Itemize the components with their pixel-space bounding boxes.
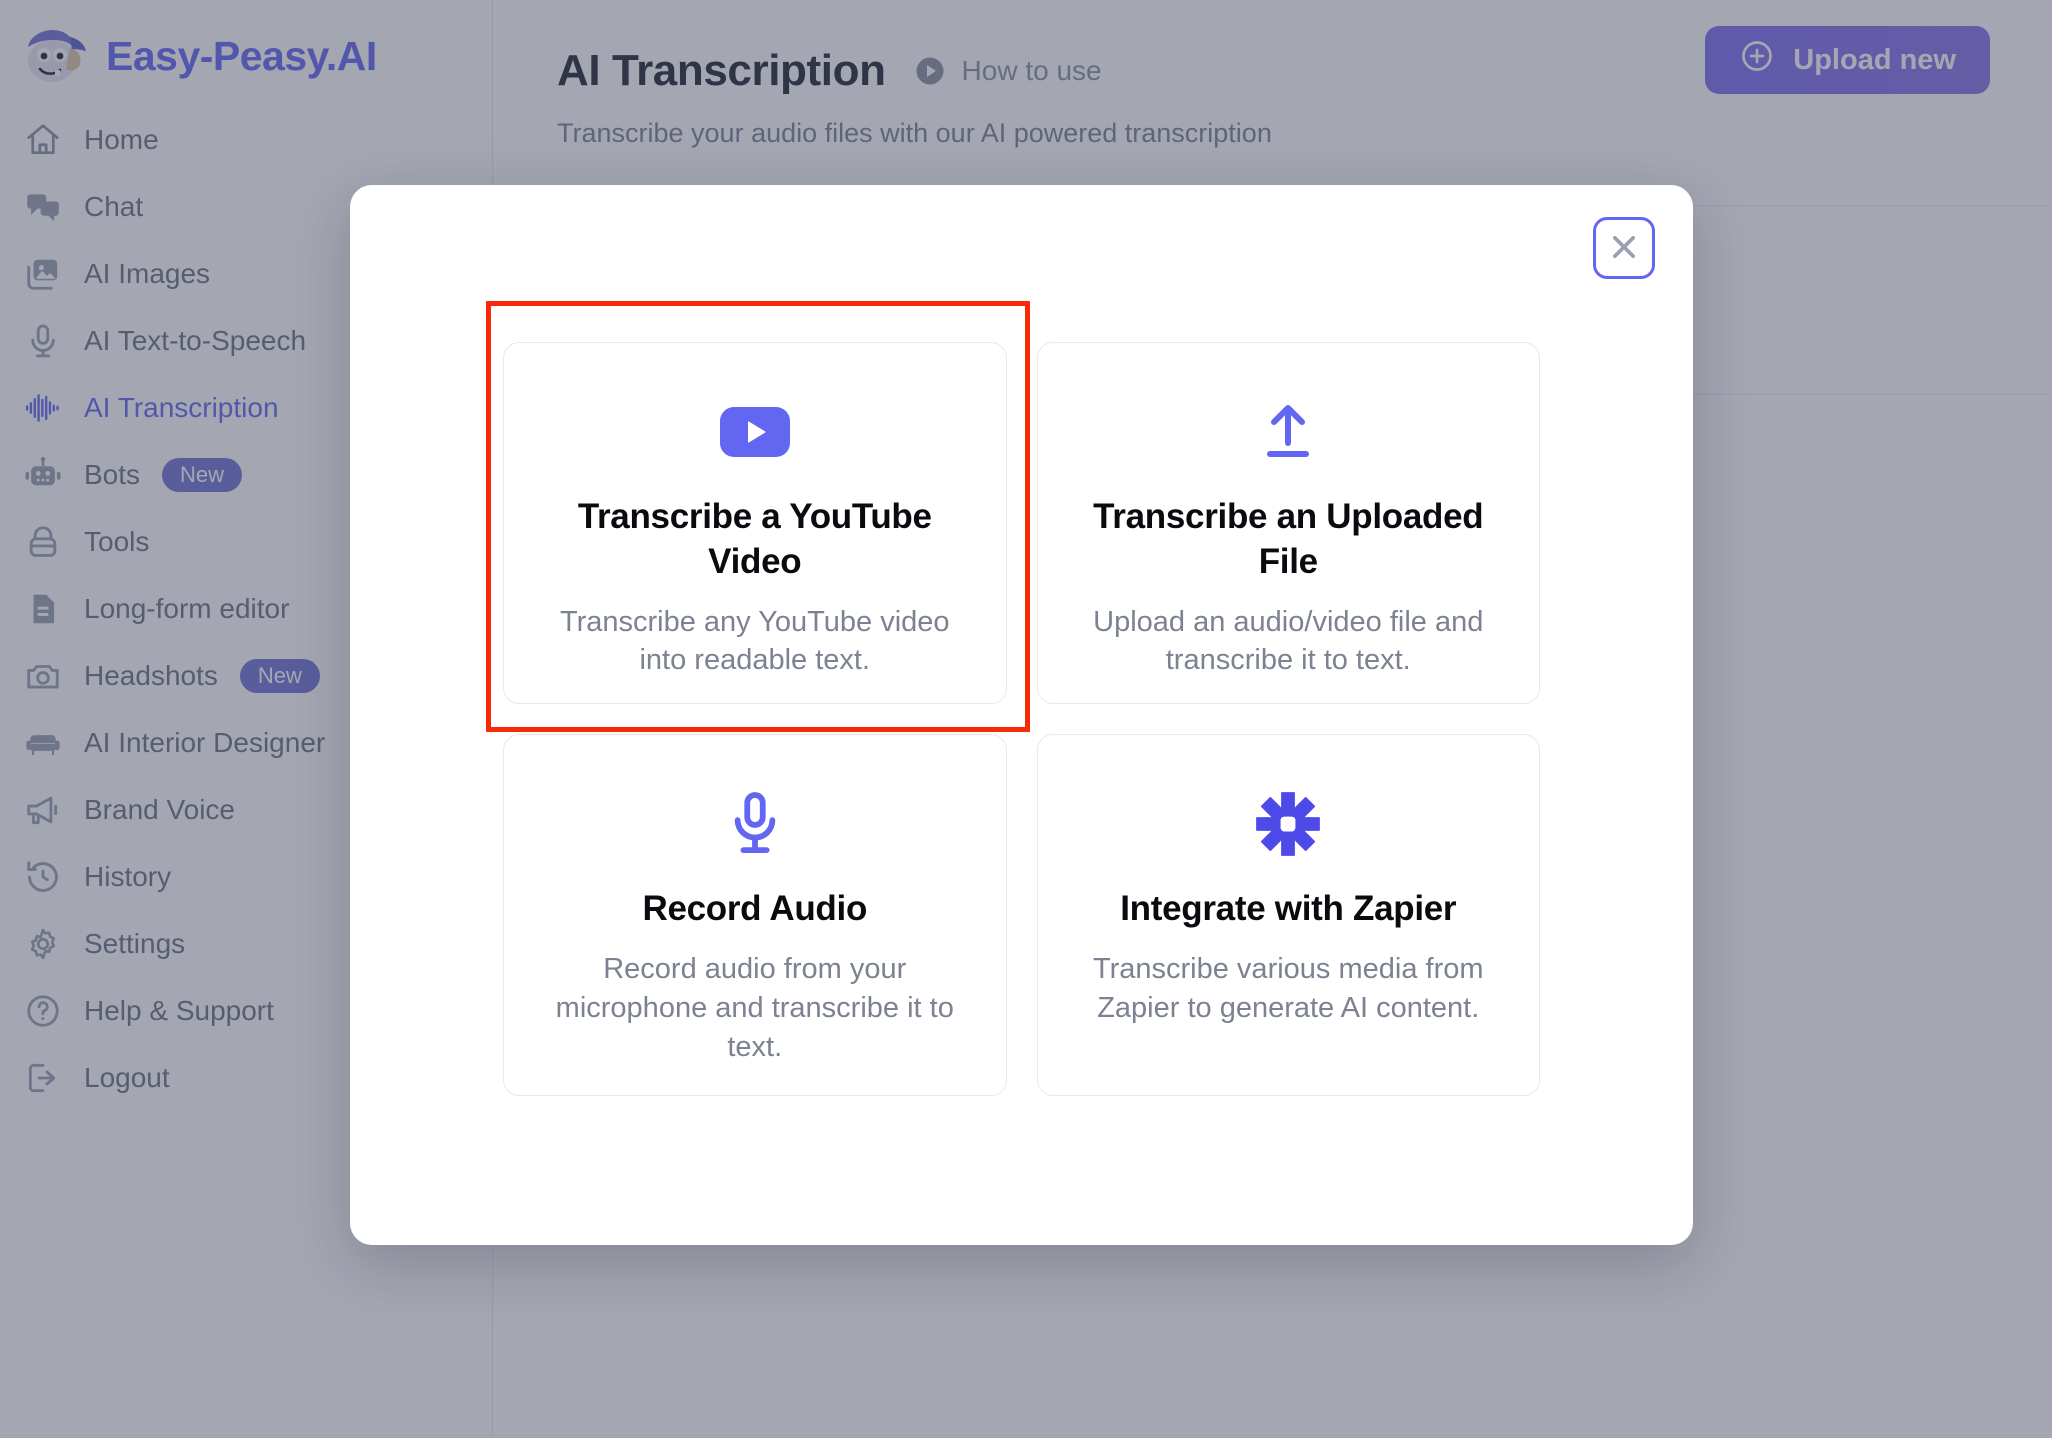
- app-root: Easy-Peasy.AI Home Chat: [0, 0, 2052, 1438]
- option-title: Record Audio: [642, 887, 867, 932]
- youtube-play-icon: [720, 391, 790, 473]
- option-title: Transcribe a YouTube Video: [544, 495, 966, 585]
- option-card-uploaded-file[interactable]: Transcribe an Uploaded File Upload an au…: [1037, 342, 1541, 704]
- option-description: Transcribe any YouTube video into readab…: [544, 603, 966, 681]
- option-title: Integrate with Zapier: [1120, 887, 1456, 932]
- zapier-asterisk-icon: [1254, 783, 1322, 865]
- microphone-icon: [726, 783, 784, 865]
- transcription-options-grid: Transcribe a YouTube Video Transcribe an…: [503, 342, 1540, 1096]
- upload-arrow-icon: [1258, 391, 1318, 473]
- option-title: Transcribe an Uploaded File: [1078, 495, 1500, 585]
- close-button[interactable]: [1593, 217, 1655, 279]
- option-description: Transcribe various media from Zapier to …: [1078, 950, 1500, 1028]
- option-description: Record audio from your microphone and tr…: [544, 950, 966, 1067]
- option-card-record-audio[interactable]: Record Audio Record audio from your micr…: [503, 734, 1007, 1096]
- option-description: Upload an audio/video file and transcrib…: [1078, 603, 1500, 681]
- option-card-youtube[interactable]: Transcribe a YouTube Video Transcribe an…: [503, 342, 1007, 704]
- close-icon: [1604, 227, 1644, 270]
- option-card-zapier[interactable]: Integrate with Zapier Transcribe various…: [1037, 734, 1541, 1096]
- transcription-source-modal: Transcribe a YouTube Video Transcribe an…: [350, 185, 1693, 1245]
